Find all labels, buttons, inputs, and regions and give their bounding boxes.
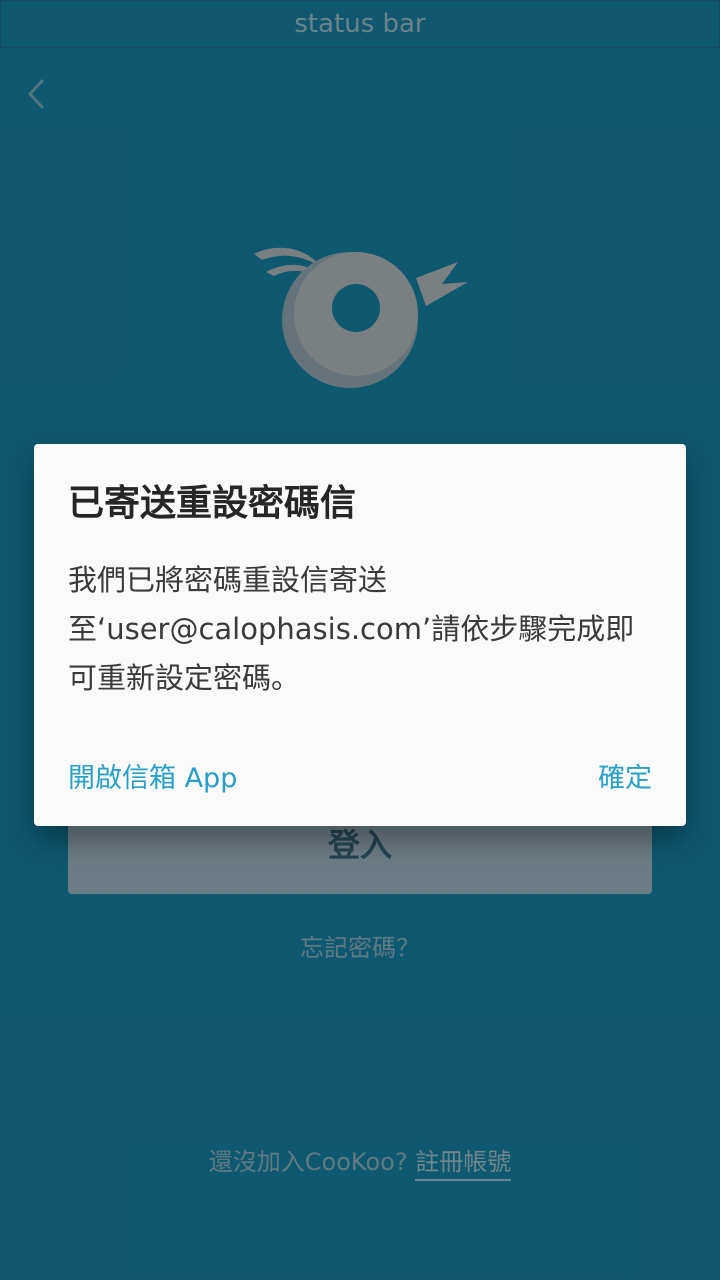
confirm-button[interactable]: 確定 bbox=[598, 756, 652, 795]
dialog-message: 我們已將密碼重設信寄送至‘user@calophasis.com’請依步驟完成即… bbox=[68, 563, 635, 695]
dialog-title: 已寄送重設密碼信 bbox=[68, 483, 357, 524]
password-reset-dialog: 已寄送重設密碼信 我們已將密碼重設信寄送至‘user@calophasis.co… bbox=[34, 444, 686, 826]
open-mail-app-button[interactable]: 開啟信箱 App bbox=[68, 756, 237, 795]
